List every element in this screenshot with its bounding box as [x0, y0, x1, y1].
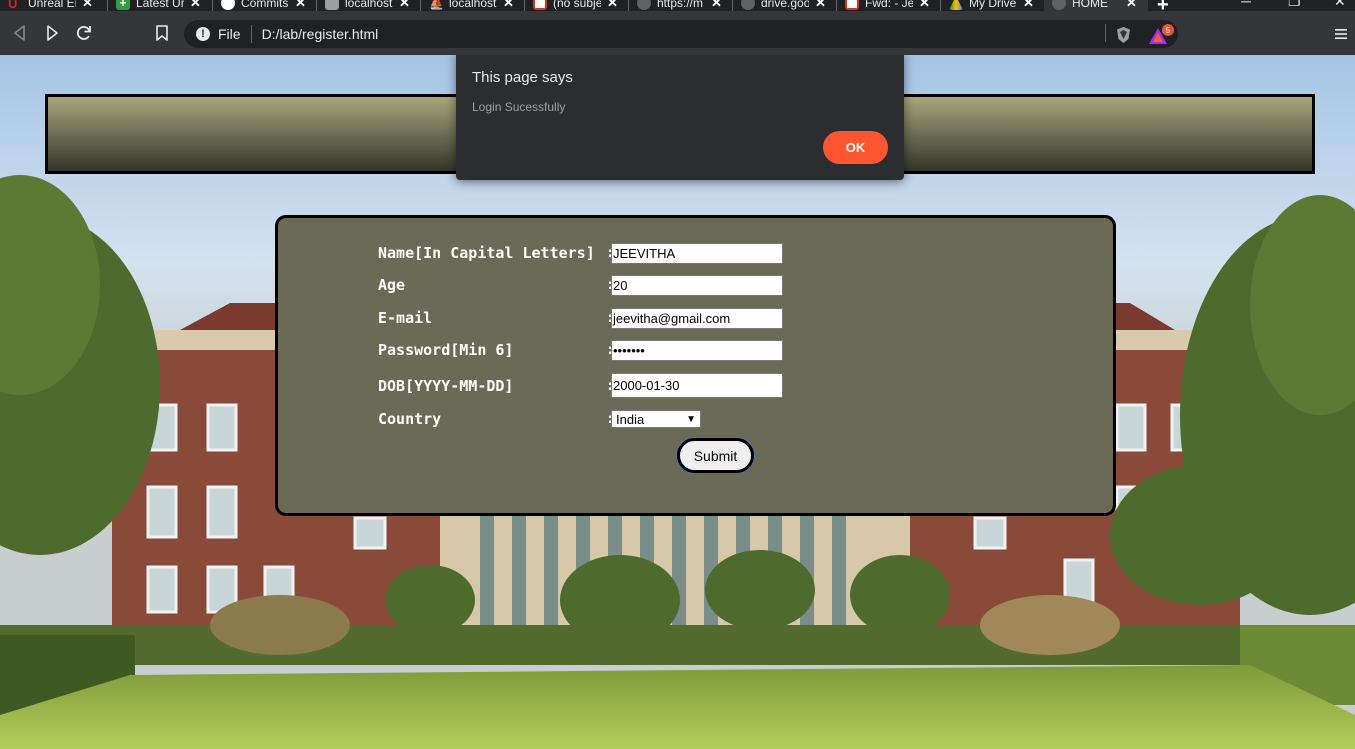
- address-bar[interactable]: ! File D:/lab/register.html: [184, 20, 1178, 48]
- tab-localhost-1[interactable]: localhost ✕: [317, 0, 421, 11]
- tab-no-subject[interactable]: (no subje ✕: [525, 0, 629, 11]
- dob-label: DOB[YYYY-MM-DD]: [378, 376, 514, 395]
- browser-toolbar: ! File D:/lab/register.html 5: [0, 11, 1355, 55]
- email-label: E-mail: [378, 309, 433, 327]
- close-window-icon[interactable]: ✕: [1334, 0, 1346, 10]
- tab-fwd[interactable]: Fwd: - Je ✕: [837, 0, 941, 11]
- github-icon: [221, 0, 235, 10]
- tab-title: Unreal Er: [28, 0, 76, 10]
- forward-arrow-icon[interactable]: [42, 23, 62, 43]
- new-tab-plus-icon[interactable]: +: [1157, 0, 1169, 11]
- dialog-message: Login Sucessfully: [472, 100, 566, 114]
- tab-title: Commits: [241, 0, 289, 10]
- brave-shield-icon[interactable]: [1115, 26, 1132, 44]
- gmail-icon: [533, 0, 547, 10]
- reload-icon[interactable]: [74, 23, 94, 43]
- tab-title: localhost: [449, 0, 497, 10]
- url-text[interactable]: D:/lab/register.html: [262, 26, 379, 42]
- colon-separator: :: [606, 378, 614, 394]
- tab-title: Fwd: - Je: [865, 0, 913, 10]
- globe-icon: [741, 0, 755, 10]
- country-selected-value: India: [616, 411, 645, 427]
- close-tab-icon[interactable]: ✕: [1023, 0, 1034, 11]
- tab-my-drive[interactable]: My Drive ✕: [941, 0, 1045, 11]
- unreal-icon: U: [8, 0, 18, 11]
- scheme-label: File: [218, 26, 241, 42]
- sailboat-icon: ⛵: [429, 0, 444, 10]
- password-label: Password[Min 6]: [378, 341, 514, 359]
- close-tab-icon[interactable]: ✕: [815, 0, 826, 11]
- close-tab-icon[interactable]: ✕: [82, 0, 93, 11]
- plus-square-icon: +: [116, 0, 130, 10]
- name-label: Name[In Capital Letters]: [378, 244, 595, 262]
- close-tab-icon[interactable]: ✕: [711, 0, 722, 11]
- dialog-title: This page says: [472, 69, 573, 86]
- site-info-icon[interactable]: !: [196, 27, 210, 41]
- close-tab-icon[interactable]: ✕: [607, 0, 618, 11]
- close-tab-icon[interactable]: ✕: [503, 0, 514, 11]
- close-tab-icon[interactable]: ✕: [190, 0, 201, 11]
- tab-unreal[interactable]: U Unreal Er ✕: [0, 0, 104, 11]
- form-row-age: Age : 20: [378, 274, 783, 296]
- tab-https[interactable]: https://m ✕: [629, 0, 733, 11]
- toolbar-separator: [1105, 24, 1106, 42]
- minimize-icon[interactable]: ─: [1241, 0, 1251, 9]
- country-label: Country: [378, 410, 442, 428]
- globe-icon: [637, 0, 651, 10]
- google-drive-icon: [949, 0, 963, 10]
- age-input[interactable]: 20: [611, 274, 783, 296]
- back-arrow-icon[interactable]: [10, 23, 30, 43]
- hamburger-menu-icon[interactable]: [1334, 27, 1348, 41]
- tab-title: drive.goo: [761, 0, 809, 10]
- tab-title: My Drive: [969, 0, 1017, 10]
- country-select[interactable]: India ▼: [611, 410, 701, 428]
- form-row-name: Name[In Capital Letters] : JEEVITHA: [378, 242, 783, 264]
- ok-button[interactable]: OK: [823, 131, 888, 164]
- tab-commits[interactable]: Commits ✕: [213, 0, 317, 11]
- globe-icon: [1052, 0, 1066, 10]
- submit-button[interactable]: Submit: [677, 438, 754, 473]
- tab-home-active[interactable]: HOME ✕: [1044, 0, 1148, 11]
- close-tab-icon[interactable]: ✕: [399, 0, 410, 11]
- colon-separator: :: [606, 277, 614, 293]
- form-row-password: Password[Min 6] : •••••••: [378, 339, 783, 361]
- dob-input[interactable]: 2000-01-30: [611, 373, 783, 398]
- address-separator: [250, 25, 252, 43]
- dropdown-caret-icon: ▼: [686, 413, 696, 425]
- phpmyadmin-icon: [325, 0, 339, 10]
- close-tab-icon[interactable]: ✕: [919, 0, 930, 11]
- colon-separator: :: [606, 245, 614, 261]
- colon-separator: :: [606, 310, 614, 326]
- close-tab-icon[interactable]: ✕: [1126, 0, 1137, 11]
- password-input[interactable]: •••••••: [611, 339, 783, 361]
- tab-title: HOME: [1072, 0, 1108, 10]
- rewards-badge: 5: [1162, 24, 1174, 36]
- form-row-country: Country : India ▼: [378, 408, 701, 430]
- tab-latest[interactable]: + Latest Ur ✕: [108, 0, 212, 11]
- tab-title: https://m: [657, 0, 704, 10]
- tab-strip: U Unreal Er ✕ + Latest Ur ✕ Commits ✕ lo…: [0, 0, 1355, 11]
- colon-separator: :: [606, 411, 614, 427]
- maximize-icon[interactable]: ❐: [1288, 0, 1301, 10]
- alert-dialog: This page says Login Sucessfully OK: [456, 55, 904, 180]
- close-tab-icon[interactable]: ✕: [295, 0, 306, 11]
- tab-title: Latest Ur: [136, 0, 184, 10]
- colon-separator: :: [606, 342, 614, 358]
- registration-form: Name[In Capital Letters] : JEEVITHA Age …: [275, 215, 1116, 516]
- form-row-email: E-mail : jeevitha@gmail.com: [378, 307, 783, 329]
- gmail-icon: [845, 0, 859, 10]
- bookmark-icon[interactable]: [152, 23, 172, 43]
- form-row-dob: DOB[YYYY-MM-DD] : 2000-01-30: [378, 373, 783, 398]
- tab-title: localhost: [345, 0, 393, 10]
- tab-title: (no subje: [553, 0, 601, 10]
- email-input[interactable]: jeevitha@gmail.com: [611, 307, 783, 329]
- tab-drive-goo[interactable]: drive.goo ✕: [733, 0, 837, 11]
- age-label: Age: [378, 276, 406, 294]
- name-input[interactable]: JEEVITHA: [611, 242, 783, 264]
- tab-localhost-2[interactable]: ⛵ localhost ✕: [421, 0, 525, 11]
- page-viewport: Name[In Capital Letters] : JEEVITHA Age …: [0, 55, 1355, 749]
